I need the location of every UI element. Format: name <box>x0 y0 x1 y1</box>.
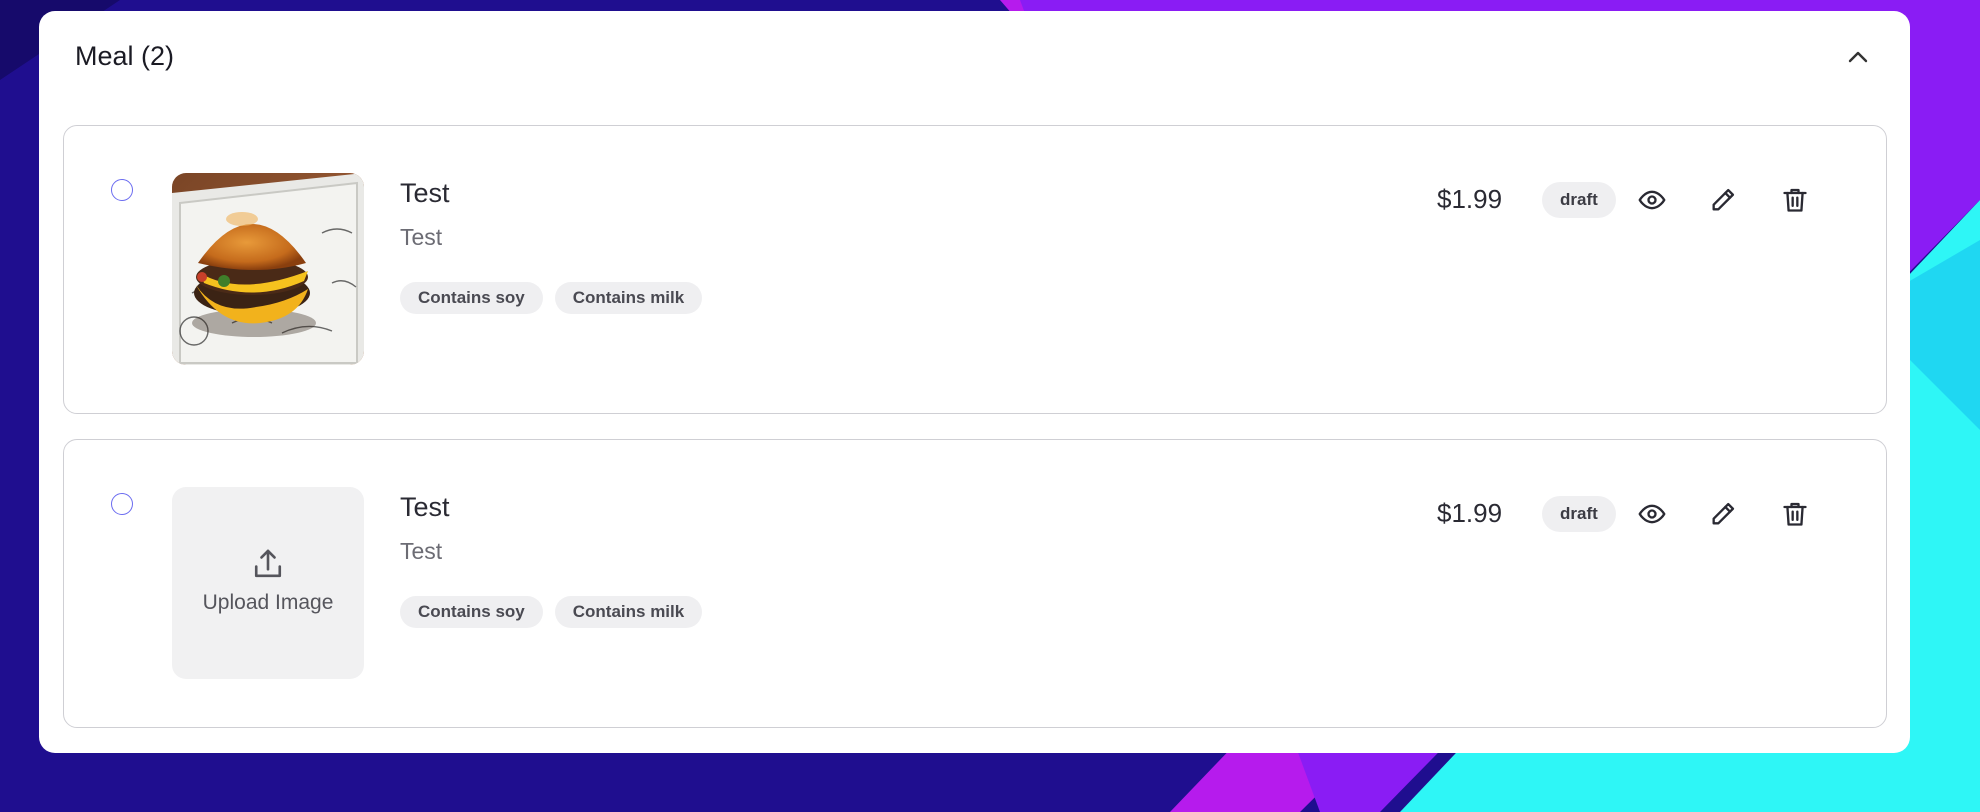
status-badge: draft <box>1542 496 1616 532</box>
category-title: Meal (2) <box>75 41 175 71</box>
pencil-icon[interactable] <box>1709 500 1737 528</box>
meal-category-panel: Meal (2) Test Test Contains soy Contains… <box>39 11 1910 753</box>
item-price: $1.99 <box>1437 498 1503 528</box>
item-price: $1.99 <box>1437 184 1503 214</box>
allergen-tags: Contains soy Contains milk <box>400 596 703 628</box>
allergen-tag: Contains soy <box>400 596 543 628</box>
select-radio[interactable] <box>111 493 133 515</box>
upload-image-label: Upload Image <box>202 591 334 614</box>
panel-header[interactable]: Meal (2) <box>39 11 1910 103</box>
menu-item-card[interactable]: Upload Image Test Test Contains soy Cont… <box>63 439 1887 728</box>
upload-icon <box>252 547 284 586</box>
allergen-tag: Contains milk <box>554 596 703 628</box>
allergen-tag: Contains milk <box>554 282 703 314</box>
item-image[interactable] <box>172 173 364 365</box>
chevron-up-icon[interactable] <box>1842 41 1874 73</box>
trash-icon[interactable] <box>1781 500 1809 528</box>
pencil-icon[interactable] <box>1709 186 1737 214</box>
eye-icon[interactable] <box>1638 186 1666 214</box>
allergen-tag: Contains soy <box>400 282 543 314</box>
status-badge: draft <box>1542 182 1616 218</box>
upload-image-dropzone[interactable]: Upload Image <box>172 487 364 679</box>
burger-photo <box>172 173 364 365</box>
item-description: Test <box>400 224 443 250</box>
item-name: Test <box>400 492 450 522</box>
item-description: Test <box>400 538 443 564</box>
eye-icon[interactable] <box>1638 500 1666 528</box>
select-radio[interactable] <box>111 179 133 201</box>
menu-item-card[interactable]: Test Test Contains soy Contains milk $1.… <box>63 125 1887 414</box>
allergen-tags: Contains soy Contains milk <box>400 282 703 314</box>
trash-icon[interactable] <box>1781 186 1809 214</box>
item-name: Test <box>400 178 450 208</box>
